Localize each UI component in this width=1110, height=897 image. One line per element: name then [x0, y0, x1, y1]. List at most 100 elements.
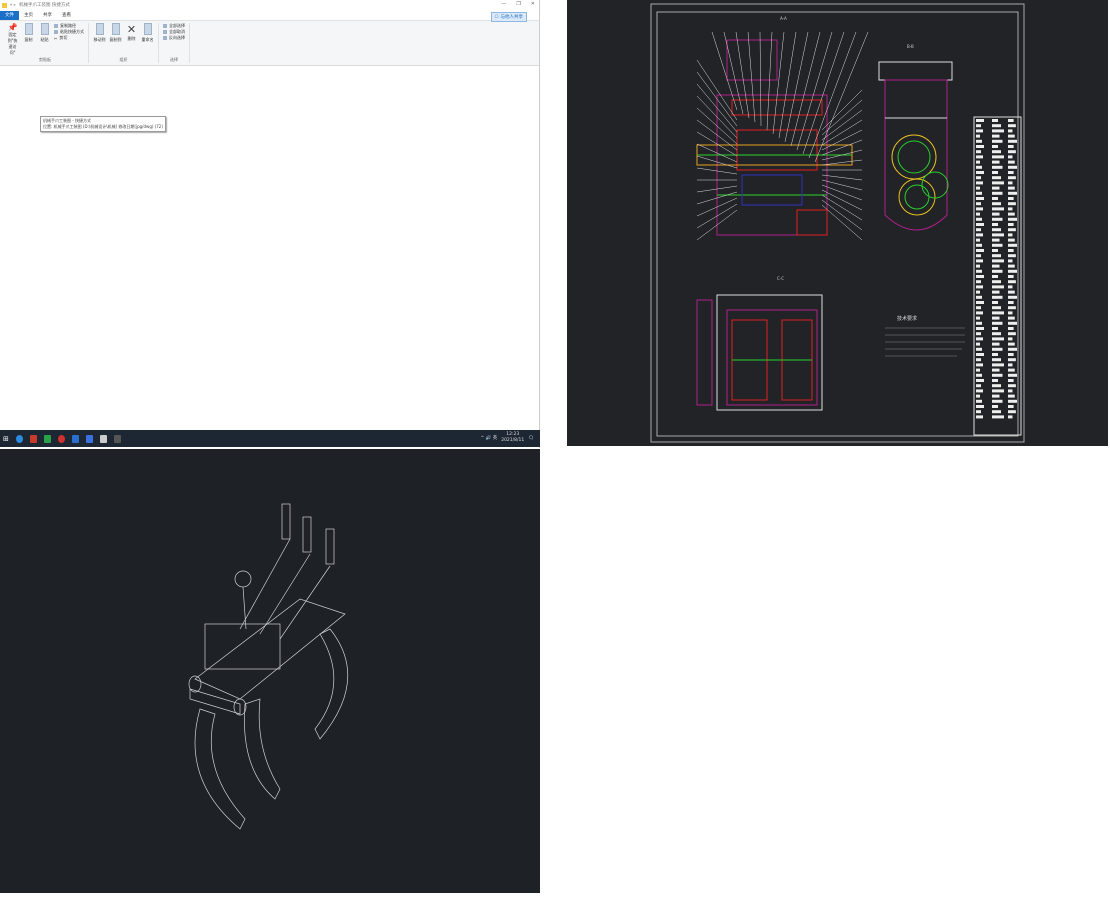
table-cell [1008, 155, 1013, 159]
cut-button[interactable]: ✂ 剪切 [54, 35, 84, 41]
parts-list-table [973, 116, 1022, 436]
table-cell [1008, 259, 1013, 263]
table-cell [992, 119, 998, 122]
rename-icon [143, 23, 152, 35]
leader-line [821, 184, 863, 201]
table-cell [992, 379, 998, 382]
app-icon-3[interactable] [57, 434, 65, 443]
table-cell [1008, 165, 1017, 169]
table-cell [976, 410, 981, 414]
table-cell [992, 342, 1000, 346]
table-cell [1008, 363, 1013, 367]
leader-line [821, 179, 863, 191]
gripper-fingers [189, 598, 349, 830]
rename-button[interactable]: 重命名 [141, 23, 154, 43]
table-cell [976, 368, 980, 372]
table-cell [1008, 191, 1017, 195]
table-cell [992, 316, 1000, 320]
pin-quick-access-button[interactable]: 📌 固定到"快速访问" [6, 23, 19, 56]
table-cell [1008, 238, 1015, 242]
start-icon[interactable]: ⊞ [3, 435, 9, 443]
tab-share[interactable]: 共享 [38, 11, 57, 20]
maximize-button[interactable]: ❐ [516, 1, 520, 7]
table-cell [1008, 399, 1017, 403]
table-cell [1008, 145, 1014, 148]
clock[interactable]: 12:23 2021/8/11 [501, 432, 524, 444]
table-cell [1008, 358, 1016, 362]
table-cell [992, 373, 1003, 377]
app-icon-6[interactable] [99, 434, 107, 443]
tab-home[interactable]: 主页 [19, 11, 38, 20]
table-cell [1008, 207, 1013, 211]
table-cell [976, 295, 982, 299]
move-to-button[interactable]: 移动到 [93, 23, 106, 43]
tray-icons[interactable]: ^ 🔊 英 [480, 435, 497, 441]
close-button[interactable]: ✕ [531, 1, 535, 7]
table-cell [976, 259, 983, 263]
table-cell [1008, 353, 1014, 356]
table-cell [992, 217, 1003, 221]
table-cell [976, 399, 982, 403]
table-cell [992, 306, 1001, 310]
table-cell [1008, 410, 1016, 414]
table-cell [976, 269, 982, 273]
table-cell [976, 124, 981, 128]
share-button[interactable]: ⎔ 与他人共享 [490, 12, 527, 22]
share-icon: ⎔ [494, 14, 499, 20]
table-cell [976, 264, 980, 268]
notification-icon[interactable]: 🗨 [528, 436, 534, 441]
table-cell [992, 285, 1004, 289]
table-cell [976, 373, 982, 377]
system-tray: ^ 🔊 英 12:23 2021/8/11 🗨 [480, 432, 534, 444]
leader-line [821, 139, 863, 156]
copy-button[interactable]: 复制 [22, 23, 35, 56]
paste-button[interactable]: 粘贴 [38, 23, 51, 56]
leader-line [821, 109, 863, 141]
view-label-c: C-C [777, 276, 784, 281]
delete-button[interactable]: ✕ 删除 [125, 23, 138, 43]
tab-view[interactable]: 查看 [57, 11, 76, 20]
app-icon-4[interactable] [71, 434, 79, 443]
table-cell [992, 337, 1004, 341]
table-cell [1008, 368, 1015, 372]
table-cell [992, 197, 998, 200]
copy-to-button[interactable]: 复制到 [109, 23, 122, 43]
minimize-button[interactable]: — [501, 1, 506, 7]
table-cell [1008, 249, 1014, 252]
table-cell [976, 353, 984, 356]
app-icon-1[interactable] [29, 434, 37, 443]
leader-line [759, 31, 762, 127]
table-cell [1008, 212, 1015, 216]
invert-selection-button[interactable]: 反向选择 [163, 35, 185, 41]
outer-border [650, 3, 1025, 443]
search-app-icon[interactable] [15, 434, 23, 443]
gripper-wireframe-model [188, 503, 349, 830]
table-cell [992, 321, 1003, 325]
taskbar: ⊞ ^ 🔊 英 12:23 2021/8/11 🗨 [0, 430, 540, 447]
table-cell [1008, 280, 1016, 284]
tab-file[interactable]: 文件 [0, 10, 19, 20]
app-icon-7[interactable] [113, 434, 121, 443]
leader-line [814, 31, 869, 163]
app-icon-5[interactable] [85, 434, 93, 443]
table-cell [976, 394, 980, 398]
table-cell [992, 280, 1001, 284]
scissors-icon: ✂ [54, 35, 58, 41]
leader-line [790, 31, 821, 147]
table-cell [992, 394, 1000, 398]
table-cell [976, 191, 982, 195]
table-cell [976, 389, 983, 393]
leader-line [821, 199, 863, 231]
table-cell [992, 264, 1000, 268]
app-icon-2[interactable] [43, 434, 51, 443]
table-cell [976, 129, 983, 133]
table-cell [992, 155, 1004, 159]
table-cell [1008, 134, 1015, 138]
table-cell [992, 165, 1003, 169]
technical-notes-lines [885, 327, 965, 357]
quick-access-icons[interactable]: ▾ ▸ [10, 3, 16, 8]
table-cell [1008, 119, 1014, 122]
table-cell [992, 228, 1001, 232]
invert-selection-icon [163, 36, 167, 40]
table-cell [992, 202, 1001, 206]
